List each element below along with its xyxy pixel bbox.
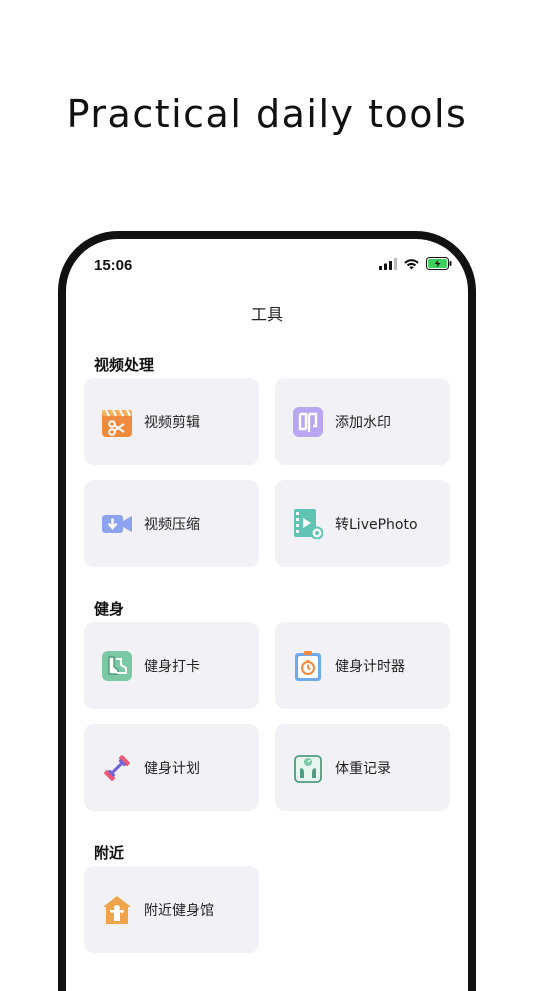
tool-card-video-edit[interactable]: 视频剪辑 bbox=[84, 378, 259, 465]
tool-label: 附近健身馆 bbox=[144, 902, 214, 919]
battery-charging-icon bbox=[426, 257, 452, 270]
status-bar: 15:06 bbox=[66, 239, 468, 279]
tool-card-livephoto[interactable]: 转LivePhoto bbox=[275, 480, 450, 567]
tool-label: 健身计时器 bbox=[335, 658, 405, 675]
tool-card-fitness-plan[interactable]: 健身计划 bbox=[84, 724, 259, 811]
page-title: 工具 bbox=[250, 305, 283, 324]
tool-label: 健身计划 bbox=[144, 760, 200, 777]
wifi-icon bbox=[404, 258, 419, 269]
tool-card-fitness-timer[interactable]: 健身计时器 bbox=[275, 622, 450, 709]
tool-label: 体重记录 bbox=[335, 760, 391, 777]
stopwatch-clipboard-icon bbox=[293, 650, 323, 681]
sneakers-icon bbox=[102, 650, 132, 681]
stamp-icon bbox=[293, 406, 323, 437]
video-download-icon bbox=[102, 509, 132, 539]
tool-label: 视频剪辑 bbox=[144, 414, 200, 431]
status-icons bbox=[379, 257, 452, 270]
tool-label: 视频压缩 bbox=[144, 516, 200, 533]
dumbbell-icon bbox=[102, 753, 132, 783]
phone-frame: 15:06 工具 视频处理 视频剪辑 添加水印 视频压缩 转LivePhoto … bbox=[58, 231, 476, 991]
tool-card-add-watermark[interactable]: 添加水印 bbox=[275, 378, 450, 465]
scale-icon bbox=[293, 753, 323, 783]
tool-card-video-compress[interactable]: 视频压缩 bbox=[84, 480, 259, 567]
film-strip-icon bbox=[293, 508, 323, 539]
tool-card-fitness-checkin[interactable]: 健身打卡 bbox=[84, 622, 259, 709]
cellular-signal-icon bbox=[379, 257, 397, 270]
tool-label: 健身打卡 bbox=[144, 658, 200, 675]
tool-label: 转LivePhoto bbox=[335, 516, 418, 533]
scissors-clapper-icon bbox=[102, 407, 132, 437]
tool-card-nearby-gym[interactable]: 附近健身馆 bbox=[84, 866, 259, 953]
gym-house-icon bbox=[102, 895, 132, 925]
tool-label: 添加水印 bbox=[335, 414, 391, 431]
section-title-nearby: 附近 bbox=[94, 844, 125, 862]
section-title-video: 视频处理 bbox=[94, 356, 155, 374]
section-title-fitness: 健身 bbox=[94, 600, 125, 618]
status-time: 15:06 bbox=[94, 257, 133, 274]
tool-card-weight-record[interactable]: 体重记录 bbox=[275, 724, 450, 811]
promo-headline: Practical daily tools bbox=[66, 92, 468, 136]
